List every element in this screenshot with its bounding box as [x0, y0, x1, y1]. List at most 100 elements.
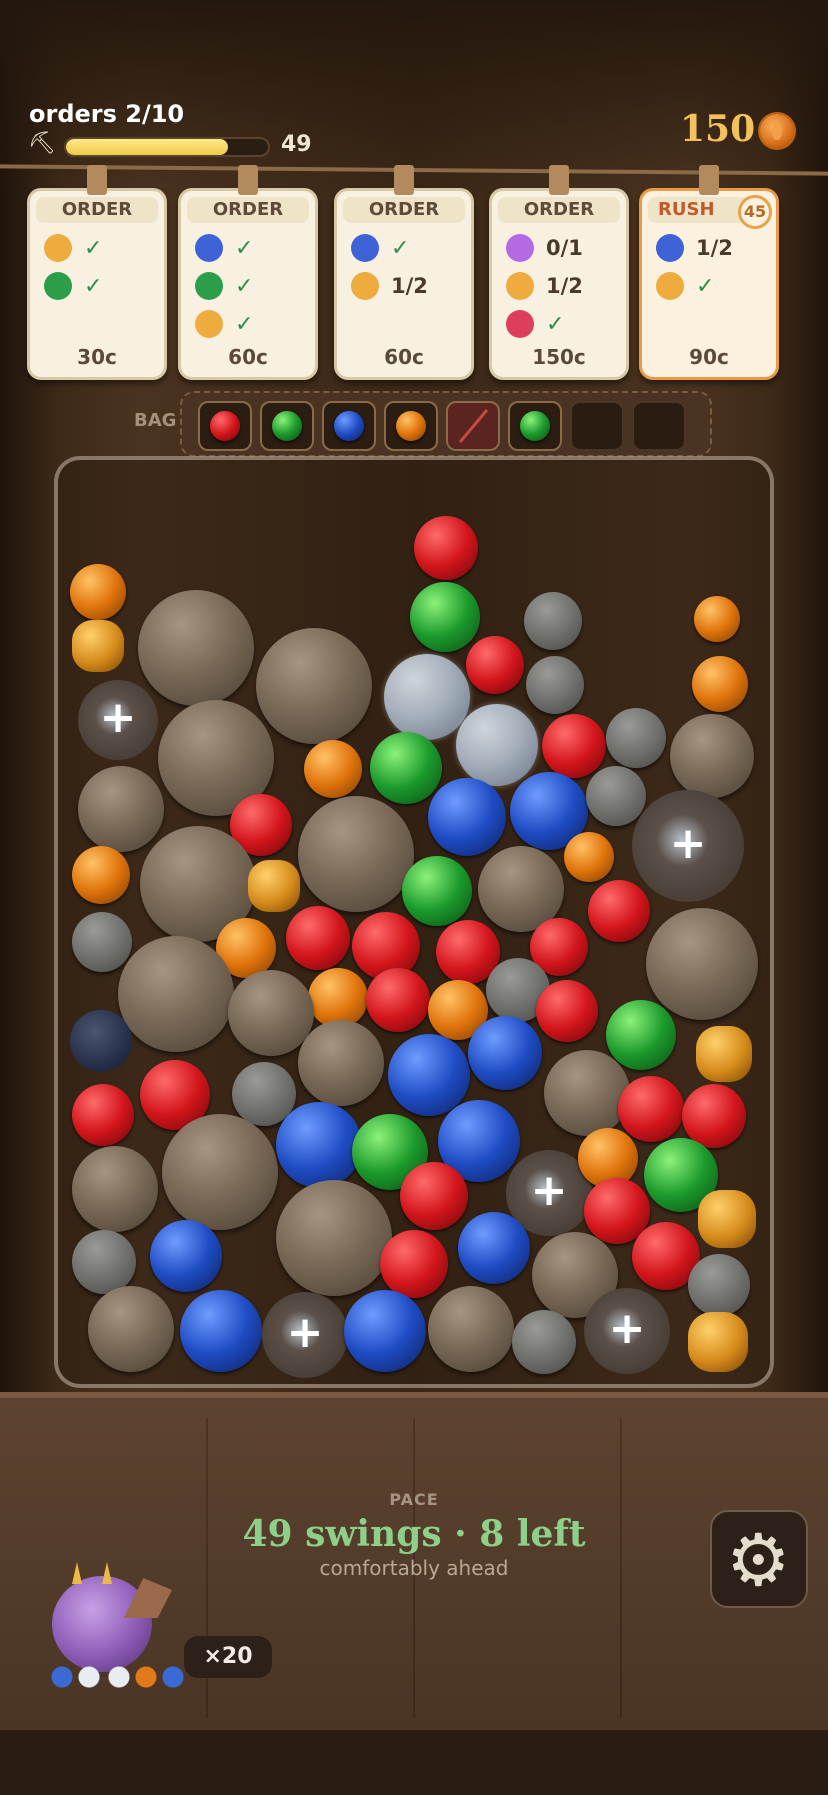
- rock-icon[interactable]: [544, 1050, 630, 1136]
- order-card-1[interactable]: ORDER ✓ ✓ 30c: [27, 165, 167, 380]
- amber-gem-icon[interactable]: [688, 1312, 748, 1372]
- amber-gem-icon[interactable]: [248, 860, 300, 912]
- egg-pile: [44, 1664, 194, 1690]
- red-gem-icon[interactable]: [542, 714, 606, 778]
- rock-icon[interactable]: [256, 628, 372, 744]
- stone-icon[interactable]: [606, 708, 666, 768]
- rock-icon[interactable]: [138, 590, 254, 706]
- geode-rock-icon[interactable]: [632, 790, 744, 902]
- orange-gem-icon[interactable]: [308, 968, 368, 1028]
- bag-slot-empty[interactable]: [632, 401, 686, 451]
- order-price: 90c: [689, 345, 729, 369]
- rock-icon[interactable]: [428, 1286, 514, 1372]
- orange-gem-icon: [396, 411, 426, 441]
- mine-board[interactable]: [54, 456, 774, 1388]
- red-gem-icon[interactable]: [682, 1084, 746, 1148]
- green-gem-icon[interactable]: [402, 856, 472, 926]
- order-line: ✓: [44, 271, 102, 301]
- bag-slot-red[interactable]: [198, 401, 252, 451]
- red-gem-icon[interactable]: [536, 980, 598, 1042]
- orange-gem-icon[interactable]: [564, 832, 614, 882]
- rock-icon[interactable]: [118, 936, 234, 1052]
- bag-slot-orange[interactable]: [384, 401, 438, 451]
- order-price: 60c: [384, 345, 424, 369]
- rock-icon[interactable]: [88, 1286, 174, 1372]
- order-card-4[interactable]: ORDER 0/1 1/2 ✓ 150c: [489, 165, 629, 380]
- green-gem-icon[interactable]: [410, 582, 480, 652]
- stone-icon[interactable]: [526, 656, 584, 714]
- blue-gem-icon[interactable]: [468, 1016, 542, 1090]
- orange-gem-icon[interactable]: [694, 596, 740, 642]
- order-price: 30c: [77, 345, 117, 369]
- sleeping-dragon-icon[interactable]: [44, 1556, 194, 1696]
- green-gem-icon[interactable]: [370, 732, 442, 804]
- orange-gem-icon[interactable]: [70, 564, 126, 620]
- green-gem-icon[interactable]: [606, 1000, 676, 1070]
- order-card-2[interactable]: ORDER ✓ ✓ ✓ 60c: [178, 165, 318, 380]
- rock-icon[interactable]: [298, 796, 414, 912]
- blue-gem-icon[interactable]: [458, 1212, 530, 1284]
- check-icon: ✓: [84, 273, 103, 299]
- check-icon: ✓: [546, 311, 565, 337]
- bag-slot-blue[interactable]: [322, 401, 376, 451]
- order-title: ORDER: [187, 197, 309, 223]
- order-title: ORDER: [36, 197, 158, 223]
- rock-icon[interactable]: [646, 908, 758, 1020]
- footer-bar: [0, 1730, 828, 1795]
- rock-icon[interactable]: [670, 714, 754, 798]
- check-icon: ✓: [696, 273, 715, 299]
- bag-slot-empty[interactable]: [570, 401, 624, 451]
- bubble-icon[interactable]: [456, 704, 538, 786]
- blue-gem-icon[interactable]: [150, 1220, 222, 1292]
- rock-icon[interactable]: [78, 766, 164, 852]
- red-gem-icon[interactable]: [618, 1076, 684, 1142]
- blue-gem-icon[interactable]: [276, 1102, 362, 1188]
- bag-slot-green[interactable]: [508, 401, 562, 451]
- rock-icon[interactable]: [298, 1020, 384, 1106]
- blue-gem-icon: [334, 411, 364, 441]
- order-price: 150c: [532, 345, 586, 369]
- stone-icon[interactable]: [688, 1254, 750, 1316]
- orange-gem-icon[interactable]: [72, 846, 130, 904]
- blue-gem-icon[interactable]: [180, 1290, 262, 1372]
- stone-icon[interactable]: [524, 592, 582, 650]
- rock-icon[interactable]: [228, 970, 314, 1056]
- red-gem-icon[interactable]: [400, 1162, 468, 1230]
- bag-slot-green[interactable]: [260, 401, 314, 451]
- red-gem-icon[interactable]: [588, 880, 650, 942]
- geode-rock-icon[interactable]: [584, 1288, 670, 1374]
- geode-rock-icon[interactable]: [262, 1292, 348, 1378]
- red-gem-icon[interactable]: [414, 516, 478, 580]
- blue-gem-icon[interactable]: [428, 778, 506, 856]
- order-card-3[interactable]: ORDER ✓ 1/2 60c: [334, 165, 474, 380]
- dark-ore-icon[interactable]: [70, 1010, 132, 1072]
- orange-gem-icon[interactable]: [304, 740, 362, 798]
- order-progress: 1/2: [391, 274, 428, 298]
- stone-icon[interactable]: [72, 1230, 136, 1294]
- settings-button[interactable]: ⚙: [710, 1510, 808, 1608]
- blue-gem-icon[interactable]: [388, 1034, 470, 1116]
- red-gem-icon[interactable]: [466, 636, 524, 694]
- rush-timer: 45: [738, 195, 772, 229]
- order-line: ✓: [195, 309, 253, 339]
- blue-gem-icon[interactable]: [344, 1290, 426, 1372]
- red-gem-icon[interactable]: [366, 968, 430, 1032]
- amber-gem-icon[interactable]: [72, 620, 124, 672]
- bag-slot-crossed[interactable]: [446, 401, 500, 451]
- red-gem-icon[interactable]: [380, 1230, 448, 1298]
- rush-order-card[interactable]: RUSH 45 1/2 ✓ 90c: [639, 165, 779, 380]
- stone-icon[interactable]: [512, 1310, 576, 1374]
- check-icon: ✓: [235, 273, 254, 299]
- rock-icon[interactable]: [162, 1114, 278, 1230]
- amber-gem-icon[interactable]: [698, 1190, 756, 1248]
- red-gem-icon[interactable]: [72, 1084, 134, 1146]
- rock-icon[interactable]: [72, 1146, 158, 1232]
- orange-gem-icon[interactable]: [692, 656, 748, 712]
- amber-gem-icon[interactable]: [696, 1026, 752, 1082]
- rock-icon[interactable]: [276, 1180, 392, 1296]
- red-gem-icon[interactable]: [286, 906, 350, 970]
- bubble-icon[interactable]: [384, 654, 470, 740]
- order-line: 0/1: [506, 233, 583, 263]
- stone-icon[interactable]: [72, 912, 132, 972]
- geode-rock-icon[interactable]: [78, 680, 158, 760]
